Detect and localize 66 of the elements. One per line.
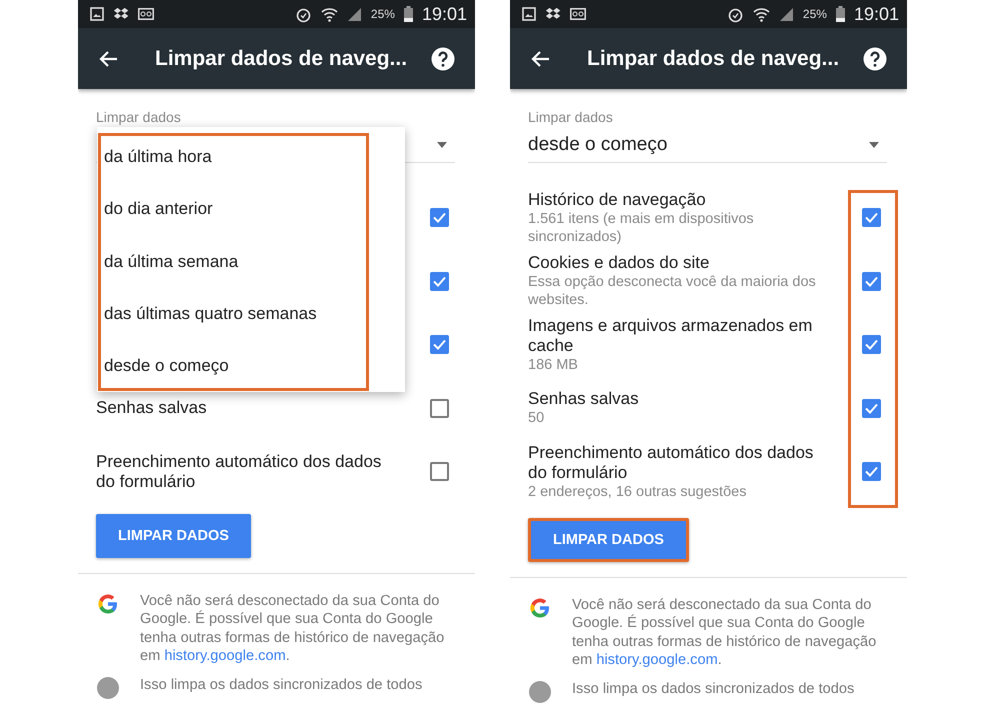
option-title: Histórico de navegação — [528, 190, 707, 210]
signal-icon — [778, 6, 794, 22]
google-logo-icon — [528, 596, 552, 620]
checkbox[interactable] — [862, 398, 881, 418]
checkbox[interactable] — [862, 335, 881, 354]
battery-percent: 25% — [802, 7, 827, 21]
option-title: Cookies e dados do site — [528, 253, 710, 274]
help-icon — [431, 46, 455, 70]
signal-icon — [346, 6, 362, 22]
note-text: Você não será desconectado da sua Conta do Google. É possível que sua Conta do Google tenha outras formas de histórico de navegação em history.google.com. — [572, 596, 878, 670]
checkbox[interactable] — [430, 462, 449, 482]
note-text: Você não será desconectado da sua Conta do Google. É possível que sua Conta do Google tenha outras formas de histórico de navegação em history.google.com. — [140, 592, 446, 666]
option-description: 50 — [528, 409, 546, 428]
checkbox[interactable] — [430, 272, 449, 291]
menu-item[interactable]: da última hora — [104, 131, 405, 184]
option-description: 2 endereços, 16 outras sugestões — [528, 482, 748, 501]
dropdown-caret-icon — [437, 142, 447, 148]
option-title: Preenchimento automático dos dados do formulário — [528, 442, 814, 483]
wifi-icon — [320, 6, 338, 22]
toolbar-title: Limpar dados de naveg... — [587, 46, 840, 70]
dropdown-caret-icon — [869, 142, 879, 148]
option-title: Preenchimento automático dos dados do formulário — [96, 452, 382, 492]
checkbox[interactable] — [430, 398, 449, 418]
info-icon — [96, 676, 120, 700]
status-time: 19:01 — [854, 4, 899, 24]
option-title: Senhas salvas — [96, 398, 208, 418]
option-title: Imagens e arquivos armazenados em cache — [528, 316, 814, 356]
history-link[interactable]: history.google.com — [164, 648, 286, 664]
checkbox[interactable] — [430, 335, 449, 354]
wifi-icon — [752, 6, 770, 22]
field-label: Limpar dados — [96, 109, 181, 125]
field-label: Limpar dados — [528, 109, 613, 125]
help-icon — [863, 46, 887, 70]
toolbar-title: Limpar dados de naveg... — [155, 46, 408, 70]
option-description: 186 MB — [528, 356, 579, 374]
checkbox[interactable] — [862, 462, 881, 482]
dropbox-icon — [545, 7, 561, 21]
status-time: 19:01 — [422, 4, 467, 24]
history-link[interactable]: history.google.com — [596, 652, 718, 668]
back-arrow-icon — [530, 50, 550, 68]
menu-item[interactable]: das últimas quatro semanas — [104, 288, 405, 340]
voicemail-icon — [138, 8, 154, 20]
voicemail-icon — [570, 8, 586, 20]
google-logo-icon — [96, 592, 120, 616]
battery-icon — [404, 6, 413, 22]
checkbox[interactable] — [862, 208, 881, 228]
checkbox[interactable] — [430, 208, 449, 228]
menu-item[interactable]: desde o começo — [104, 340, 405, 392]
back-arrow-icon — [98, 50, 118, 68]
battery-icon — [836, 6, 845, 22]
option-title: Senhas salvas — [528, 389, 640, 410]
note-text: Isso limpa os dados sincronizados de todos — [140, 676, 422, 695]
dropbox-icon — [113, 7, 129, 21]
option-description: 1.561 itens (e mais em dispositivos sincronizados) — [528, 210, 755, 246]
clear-data-button[interactable]: LIMPAR DADOS — [528, 518, 689, 562]
menu-item[interactable]: da última semana — [104, 235, 405, 288]
image-icon — [90, 7, 104, 21]
battery-percent: 25% — [370, 7, 395, 21]
note-text: Isso limpa os dados sincronizados de todos — [572, 680, 854, 699]
menu-item[interactable]: do dia anterior — [104, 183, 405, 236]
clear-data-button[interactable]: LIMPAR DADOS — [96, 514, 251, 558]
period-dropdown[interactable]: desde o começo — [528, 127, 887, 163]
option-description: Essa opção desconecta você da maioria dos websites. — [528, 273, 817, 310]
info-icon — [528, 680, 552, 704]
checkbox[interactable] — [862, 272, 881, 291]
image-icon — [522, 7, 536, 21]
